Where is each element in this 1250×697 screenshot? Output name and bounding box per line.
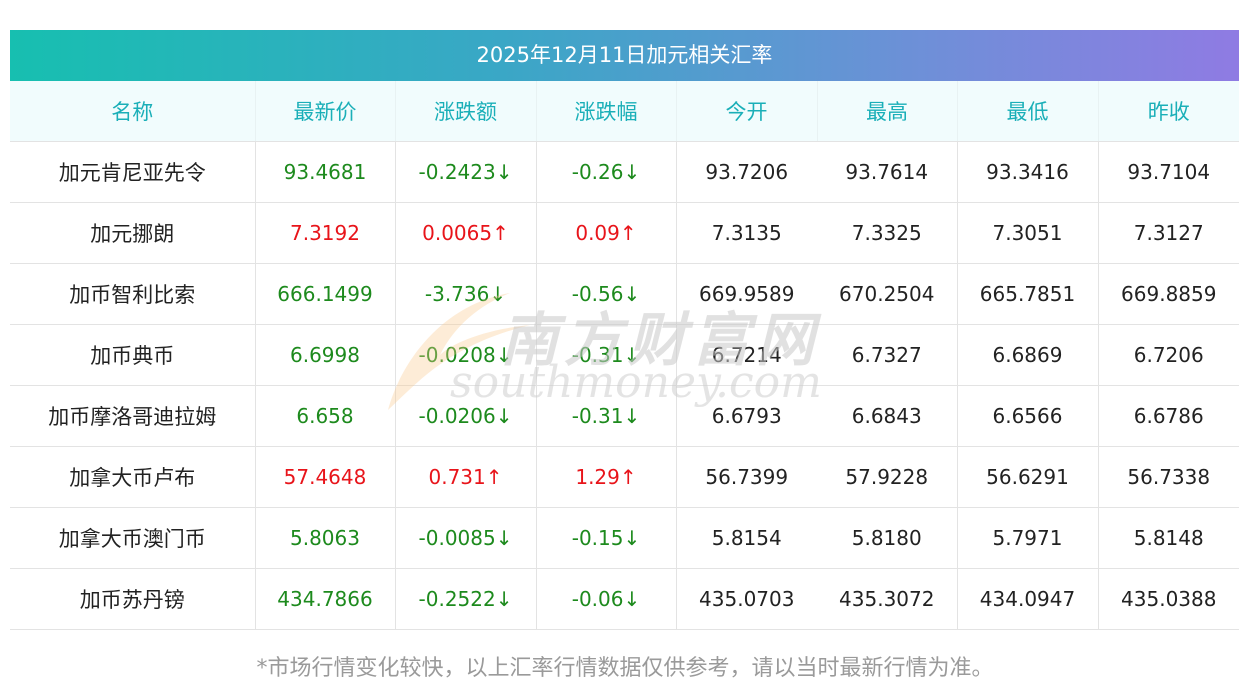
cell-low: 6.6566	[956, 385, 1098, 447]
cell-high: 93.7614	[817, 141, 957, 203]
cell-prev-close: 6.6786	[1097, 385, 1239, 447]
cell-high: 57.9228	[817, 446, 957, 508]
table-header-row: 名称 最新价 涨跌额 涨跌幅 今开 最高 最低 昨收	[10, 81, 1239, 142]
cell-low: 6.6869	[956, 324, 1098, 386]
cell-latest: 93.4681	[254, 141, 395, 203]
cell-latest: 666.1499	[254, 263, 395, 325]
cell-change: -0.0208↓	[394, 324, 536, 386]
exchange-rate-table: 名称 最新价 涨跌额 涨跌幅 今开 最高 最低 昨收 加元肯尼亚先令 93.468…	[10, 81, 1239, 630]
header-low: 最低	[956, 81, 1098, 142]
cell-name: 加币智利比索	[10, 263, 255, 325]
cell-open: 6.6793	[675, 385, 817, 447]
header-change: 涨跌额	[394, 81, 536, 142]
table-row: 加币摩洛哥迪拉姆 6.658 -0.0206↓ -0.31↓ 6.6793 6.6843 6…	[10, 385, 1239, 447]
cell-open: 5.8154	[675, 507, 817, 569]
cell-name: 加币摩洛哥迪拉姆	[10, 385, 255, 447]
cell-name: 加币典币	[10, 324, 255, 386]
cell-high: 6.7327	[817, 324, 957, 386]
cell-low: 7.3051	[956, 202, 1098, 264]
cell-change-pct: -0.26↓	[535, 141, 676, 203]
table-row: 加拿大币卢布 57.4648 0.731↑ 1.29↑ 56.7399 57.9228 56…	[10, 446, 1239, 508]
cell-high: 435.3072	[817, 568, 957, 630]
cell-change: -3.736↓	[394, 263, 536, 325]
cell-prev-close: 56.7338	[1097, 446, 1239, 508]
cell-prev-close: 5.8148	[1097, 507, 1239, 569]
cell-latest: 434.7866	[254, 568, 395, 630]
cell-open: 93.7206	[675, 141, 817, 203]
cell-prev-close: 6.7206	[1097, 324, 1239, 386]
cell-change-pct: 1.29↑	[535, 446, 676, 508]
table-row: 加币典币 6.6998 -0.0208↓ -0.31↓ 6.7214 6.7327 6.68…	[10, 324, 1239, 386]
cell-name: 加元肯尼亚先令	[10, 141, 255, 203]
cell-high: 670.2504	[817, 263, 957, 325]
footnote: *市场行情变化较快，以上汇率行情数据仅供参考，请以当时最新行情为准。	[256, 656, 994, 681]
cell-latest: 5.8063	[254, 507, 395, 569]
cell-prev-close: 7.3127	[1097, 202, 1239, 264]
cell-change-pct: -0.31↓	[535, 385, 676, 447]
cell-change: -0.0085↓	[394, 507, 536, 569]
table-row: 加币智利比索 666.1499 -3.736↓ -0.56↓ 669.9589 670.2…	[10, 263, 1239, 325]
cell-high: 5.8180	[817, 507, 957, 569]
cell-latest: 57.4648	[254, 446, 395, 508]
cell-open: 6.7214	[675, 324, 817, 386]
header-prev-close: 昨收	[1097, 81, 1239, 142]
cell-open: 669.9589	[675, 263, 817, 325]
cell-open: 435.0703	[675, 568, 817, 630]
table-row: 加元肯尼亚先令 93.4681 -0.2423↓ -0.26↓ 93.7206 93.76…	[10, 141, 1239, 203]
cell-low: 56.6291	[956, 446, 1098, 508]
cell-name: 加拿大币卢布	[10, 446, 255, 508]
cell-change-pct: 0.09↑	[535, 202, 676, 264]
cell-open: 56.7399	[675, 446, 817, 508]
cell-change-pct: -0.06↓	[535, 568, 676, 630]
cell-change-pct: -0.56↓	[535, 263, 676, 325]
header-change-pct: 涨跌幅	[535, 81, 676, 142]
table-row: 加拿大币澳门币 5.8063 -0.0085↓ -0.15↓ 5.8154 5.8180 5…	[10, 507, 1239, 569]
table-row: 加币苏丹镑 434.7866 -0.2522↓ -0.06↓ 435.0703 435.3…	[10, 568, 1239, 630]
table-title: 2025年12月11日加元相关汇率	[10, 30, 1239, 81]
cell-prev-close: 93.7104	[1097, 141, 1239, 203]
cell-low: 665.7851	[956, 263, 1098, 325]
header-name: 名称	[10, 81, 255, 142]
cell-prev-close: 435.0388	[1097, 568, 1239, 630]
cell-name: 加元挪朗	[10, 202, 255, 264]
cell-change: 0.0065↑	[394, 202, 536, 264]
cell-latest: 6.658	[254, 385, 395, 447]
cell-latest: 7.3192	[254, 202, 395, 264]
cell-high: 7.3325	[817, 202, 957, 264]
rate-table-panel: 2025年12月11日加元相关汇率 名称 最新价 涨跌额 涨跌幅 今开 最高 最…	[10, 30, 1239, 630]
cell-change: 0.731↑	[394, 446, 536, 508]
header-open: 今开	[675, 81, 817, 142]
cell-change-pct: -0.31↓	[535, 324, 676, 386]
table-row: 加元挪朗 7.3192 0.0065↑ 0.09↑ 7.3135 7.3325 7.3051…	[10, 202, 1239, 264]
cell-change: -0.0206↓	[394, 385, 536, 447]
cell-change: -0.2423↓	[394, 141, 536, 203]
header-high: 最高	[816, 81, 957, 142]
cell-name: 加拿大币澳门币	[10, 507, 255, 569]
cell-low: 5.7971	[956, 507, 1098, 569]
cell-name: 加币苏丹镑	[10, 568, 255, 630]
cell-high: 6.6843	[817, 385, 957, 447]
cell-latest: 6.6998	[254, 324, 395, 386]
cell-change: -0.2522↓	[394, 568, 536, 630]
cell-prev-close: 669.8859	[1097, 263, 1239, 325]
header-latest: 最新价	[254, 81, 395, 142]
cell-open: 7.3135	[675, 202, 817, 264]
cell-low: 434.0947	[956, 568, 1098, 630]
cell-change-pct: -0.15↓	[535, 507, 676, 569]
cell-low: 93.3416	[956, 141, 1098, 203]
